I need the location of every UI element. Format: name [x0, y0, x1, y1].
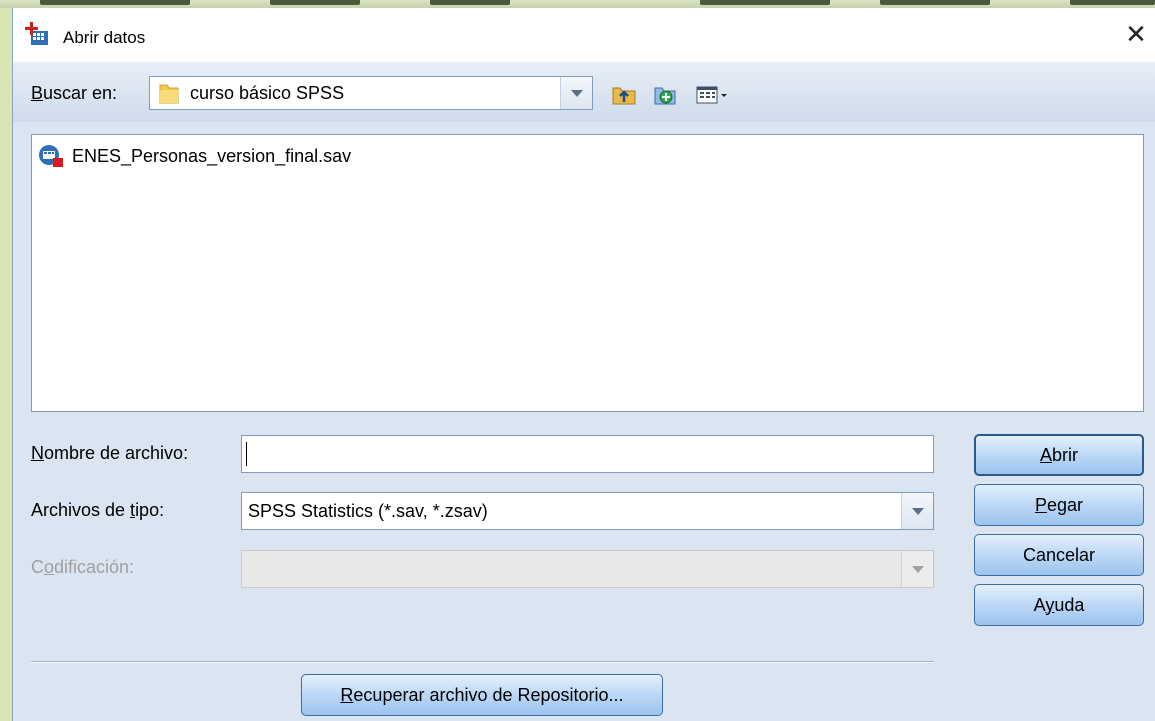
retrieve-repository-button[interactable]: Recuperar archivo de Repositorio... — [301, 674, 663, 716]
view-menu-icon[interactable] — [695, 82, 731, 106]
look-in-value: curso básico SPSS — [190, 83, 345, 103]
help-button[interactable]: Ayuda — [974, 584, 1144, 626]
chevron-down-icon — [901, 551, 933, 587]
filename-input[interactable] — [241, 435, 934, 473]
look-in-dropdown[interactable]: curso básico SPSS — [149, 76, 593, 110]
look-in-toolbar: Buscar en: curso básico SPSS — [13, 62, 1155, 122]
cancel-button[interactable]: Cancelar — [974, 534, 1144, 576]
title-bar: Abrir datos ✕ — [13, 8, 1155, 62]
spss-data-file-icon — [39, 145, 63, 167]
filetype-value: SPSS Statistics (*.sav, *.zsav) — [248, 501, 488, 521]
chevron-down-icon[interactable] — [560, 77, 592, 109]
chevron-down-icon[interactable] — [901, 493, 933, 529]
look-in-label: Buscar en: — [31, 83, 118, 103]
encoding-dropdown — [241, 550, 934, 588]
retrieve-repository-label: Recuperar archivo de Repositorio... — [340, 684, 624, 705]
open-button-label: Abrir — [1039, 444, 1078, 465]
file-name: ENES_Personas_version_final.sav — [72, 145, 352, 166]
filetype-dropdown[interactable]: SPSS Statistics (*.sav, *.zsav) — [241, 492, 934, 530]
up-folder-icon[interactable] — [611, 82, 637, 106]
close-icon: ✕ — [1125, 18, 1147, 49]
list-item[interactable]: ENES_Personas_version_final.sav — [38, 143, 351, 169]
open-button[interactable]: Abrir — [974, 434, 1144, 476]
help-button-label: Ayuda — [1033, 594, 1085, 615]
filename-label: Nombre de archivo: — [31, 443, 189, 463]
filetype-label: Archivos de tipo: — [31, 500, 165, 520]
file-list[interactable]: ENES_Personas_version_final.sav — [31, 134, 1144, 412]
text-caret — [246, 442, 247, 466]
close-button[interactable]: ✕ — [1116, 14, 1155, 54]
open-data-dialog: Abrir datos ✕ Buscar en: curso básico SP… — [12, 8, 1155, 721]
cancel-button-label: Cancelar — [1022, 544, 1096, 565]
spss-app-icon — [25, 22, 48, 45]
encoding-label: Codificación: — [31, 557, 135, 577]
divider — [31, 661, 934, 663]
dialog-body: Buscar en: curso básico SPSS ENES_Person… — [13, 62, 1155, 721]
paste-button[interactable]: Pegar — [974, 484, 1144, 526]
paste-button-label: Pegar — [1034, 494, 1084, 515]
dialog-title: Abrir datos — [63, 28, 146, 47]
folder-icon — [159, 84, 179, 104]
new-folder-icon[interactable] — [653, 82, 679, 106]
